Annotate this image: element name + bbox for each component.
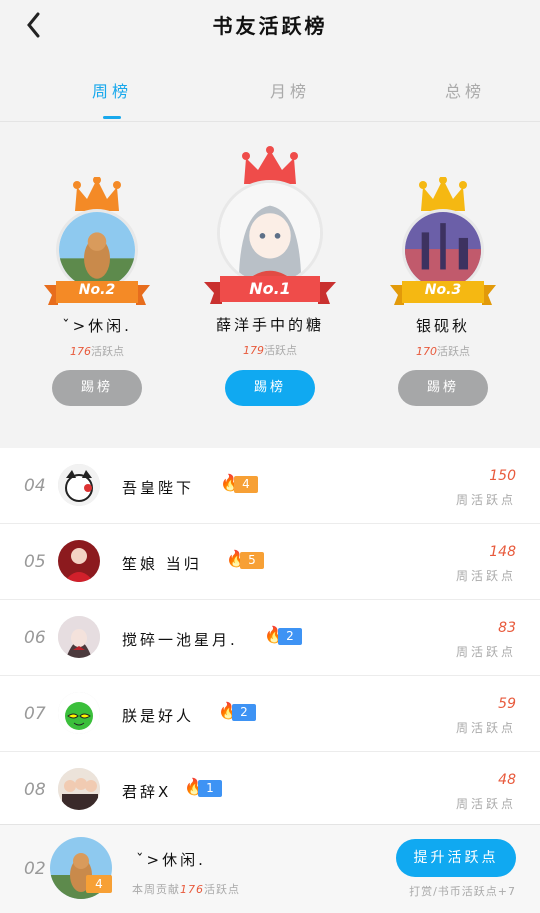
podium-first: No.1 薛洋手中的糖 179活跃点 踢榜: [200, 146, 340, 416]
avatar[interactable]: [58, 692, 100, 734]
level-badge: 🔥 1: [184, 777, 224, 799]
tab-total[interactable]: 总榜: [405, 78, 525, 102]
user-name: 朕是好人: [122, 707, 195, 725]
list-item[interactable]: 08 君辞X 🔥 1 48 周活跃点: [0, 752, 540, 828]
score-label: 周活跃点: [455, 645, 516, 659]
score: 59: [498, 696, 516, 712]
score-label: 周活跃点: [455, 721, 516, 735]
level-badge: 🔥 2: [218, 701, 258, 723]
podium-score: 170活跃点: [416, 345, 470, 358]
rank-number: 06: [24, 628, 46, 648]
score: 148: [489, 544, 516, 560]
reward-note: 打赏/书币活跃点+7: [409, 885, 516, 898]
list-item[interactable]: 04 吾皇陛下 🔥 4 150 周活跃点: [0, 448, 540, 524]
level-badge: 🔥 2: [264, 625, 304, 647]
user-name: 笙娘 当归: [122, 555, 202, 573]
kick-button[interactable]: 踢榜: [398, 370, 488, 406]
rank-number: 05: [24, 552, 46, 572]
podium: No.2 ˇ>休闲. 176活跃点 踢榜 No.1 薛洋手中的糖 179活跃点 …: [0, 122, 540, 438]
podium-score: 179活跃点: [243, 344, 297, 357]
user-name: 吾皇陛下: [122, 479, 195, 497]
my-rank-number: 02: [24, 859, 46, 879]
rank-badge: No.2: [78, 282, 116, 298]
avatar[interactable]: [58, 540, 100, 582]
tab-bar: 周榜 月榜 总榜: [0, 62, 540, 122]
tab-month[interactable]: 月榜: [230, 78, 350, 102]
podium-name: 银砚秋: [415, 317, 470, 335]
score: 83: [498, 620, 516, 636]
my-name: ˇ>休闲.: [136, 851, 206, 869]
tab-week[interactable]: 周榜: [52, 78, 172, 102]
level-badge: 🔥 4: [220, 473, 260, 495]
list-item[interactable]: 07 朕是好人 🔥 2 59 周活跃点: [0, 676, 540, 752]
rank-ribbon: No.3: [390, 279, 496, 307]
score: 150: [489, 468, 516, 484]
rank-badge: No.1: [249, 279, 291, 298]
score-label: 周活跃点: [455, 797, 516, 811]
avatar[interactable]: [58, 464, 100, 506]
page-title: 书友活跃榜: [212, 14, 328, 38]
top-bar: 书友活跃榜: [0, 0, 540, 50]
rank-number: 04: [24, 476, 46, 496]
rank-ribbon: No.1: [204, 274, 336, 306]
kick-button[interactable]: 踢榜: [225, 370, 315, 406]
level-badge: 🔥 5: [226, 549, 266, 571]
rank-number: 08: [24, 780, 46, 800]
level-badge: 4: [86, 875, 112, 893]
rank-ribbon: No.2: [44, 279, 150, 307]
rank-badge: No.3: [424, 282, 462, 298]
avatar[interactable]: [58, 768, 100, 810]
tab-active-indicator: [103, 116, 121, 119]
my-score-line: 本周贡献176活跃点: [132, 883, 240, 896]
score-label: 周活跃点: [455, 493, 516, 507]
avatar[interactable]: [58, 616, 100, 658]
podium-score: 176活跃点: [70, 345, 124, 358]
score-label: 周活跃点: [455, 569, 516, 583]
list-item[interactable]: 06 搅碎一池星月. 🔥 2 83 周活跃点: [0, 600, 540, 676]
list-item[interactable]: 05 笙娘 当归 🔥 5 148 周活跃点: [0, 524, 540, 600]
user-name: 搅碎一池星月.: [122, 631, 238, 649]
podium-second: No.2 ˇ>休闲. 176活跃点 踢榜: [36, 177, 158, 417]
kick-button[interactable]: 踢榜: [52, 370, 142, 406]
podium-name: 薛洋手中的糖: [215, 316, 324, 334]
score: 48: [498, 772, 516, 788]
boost-activity-button[interactable]: 提升活跃点: [396, 839, 516, 877]
ranking-list: 04 吾皇陛下 🔥 4 150 周活跃点 05 笙娘 当归 🔥 5 148 周活跃点…: [0, 448, 540, 828]
podium-third: No.3 银砚秋 170活跃点 踢榜: [382, 177, 504, 417]
rank-number: 07: [24, 704, 46, 724]
avatar[interactable]: [217, 180, 323, 286]
podium-name: ˇ>休闲.: [62, 317, 132, 335]
user-name: 君辞X: [122, 783, 172, 801]
my-rank-bar: 02 4 ˇ>休闲. 本周贡献176活跃点 提升活跃点 打赏/书币活跃点+7: [0, 824, 540, 913]
